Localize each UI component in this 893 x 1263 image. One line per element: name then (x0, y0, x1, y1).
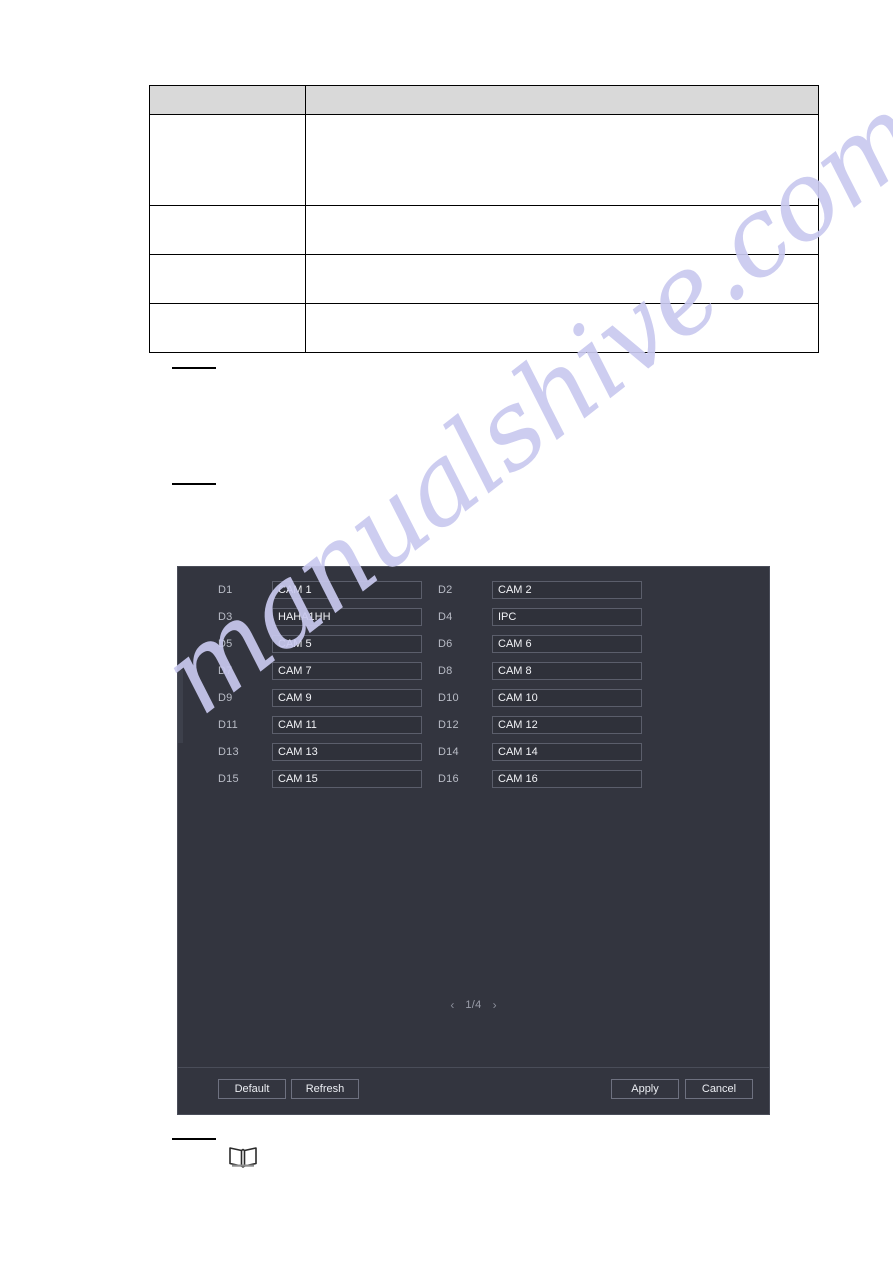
page-indicator: 1/4 (465, 999, 482, 1011)
table-body (149, 114, 819, 353)
camera-name-input-d9[interactable] (272, 689, 422, 707)
cell-description (305, 114, 819, 206)
channel-field-d1: D1 (218, 580, 422, 600)
channel-label: D10 (438, 692, 459, 704)
channel-field-d13: D13 (218, 742, 422, 762)
section-rule (172, 367, 216, 369)
camera-row: D13 D14 (178, 742, 769, 769)
camera-name-input-d10[interactable] (492, 689, 642, 707)
specification-table (149, 85, 819, 353)
channel-label: D9 (218, 692, 233, 704)
channel-label: D2 (438, 584, 453, 596)
channel-field-d15: D15 (218, 769, 422, 789)
document-page: D1 D2 D3 D4 (0, 0, 893, 1263)
camera-name-dialog: D1 D2 D3 D4 (177, 566, 770, 1115)
pagination: ‹ 1/4 › (178, 999, 769, 1011)
camera-name-input-d8[interactable] (492, 662, 642, 680)
channel-label: D5 (218, 638, 233, 650)
channel-label: D12 (438, 719, 459, 731)
channel-field-d5: D5 (218, 634, 422, 654)
channel-label: D13 (218, 746, 239, 758)
channel-field-d11: D11 (218, 715, 422, 735)
table-row (149, 205, 819, 255)
cell-name (149, 254, 306, 304)
camera-name-input-d12[interactable] (492, 716, 642, 734)
cancel-button[interactable]: Cancel (685, 1079, 753, 1099)
camera-row: D1 D2 (178, 580, 769, 607)
camera-row: D3 D4 (178, 607, 769, 634)
camera-row: D7 D8 (178, 661, 769, 688)
dialog-body: D1 D2 D3 D4 (178, 567, 769, 1068)
open-book-icon (228, 1145, 258, 1169)
chevron-right-icon[interactable]: › (491, 999, 499, 1011)
channel-field-d2: D2 (438, 580, 642, 600)
channel-label: D11 (218, 719, 238, 731)
camera-name-input-d14[interactable] (492, 743, 642, 761)
channel-field-d3: D3 (218, 607, 422, 627)
camera-name-grid: D1 D2 D3 D4 (178, 580, 769, 796)
table-header (149, 85, 819, 115)
section-rule (172, 483, 216, 485)
default-button[interactable]: Default (218, 1079, 286, 1099)
channel-label: D3 (218, 611, 233, 623)
channel-label: D8 (438, 665, 453, 677)
section-rule (172, 1138, 216, 1140)
cell-name (149, 303, 306, 353)
camera-name-input-d4[interactable] (492, 608, 642, 626)
channel-field-d10: D10 (438, 688, 642, 708)
channel-label: D4 (438, 611, 453, 623)
dialog-footer: Default Refresh Apply Cancel (178, 1067, 769, 1114)
camera-name-input-d11[interactable] (272, 716, 422, 734)
channel-field-d4: D4 (438, 607, 642, 627)
camera-name-input-d16[interactable] (492, 770, 642, 788)
camera-name-input-d7[interactable] (272, 662, 422, 680)
camera-row: D9 D10 (178, 688, 769, 715)
camera-name-input-d2[interactable] (492, 581, 642, 599)
camera-name-input-d6[interactable] (492, 635, 642, 653)
channel-label: D6 (438, 638, 453, 650)
camera-row: D11 D12 (178, 715, 769, 742)
table-header-row (149, 85, 819, 115)
channel-field-d9: D9 (218, 688, 422, 708)
table-row (149, 254, 819, 304)
apply-button[interactable]: Apply (611, 1079, 679, 1099)
channel-label: D16 (438, 773, 459, 785)
camera-name-input-d3[interactable] (272, 608, 422, 626)
channel-field-d16: D16 (438, 769, 642, 789)
column-header-name (149, 85, 306, 115)
channel-field-d12: D12 (438, 715, 642, 735)
camera-name-input-d15[interactable] (272, 770, 422, 788)
cell-description (305, 303, 819, 353)
channel-label: D1 (218, 584, 233, 596)
channel-field-d8: D8 (438, 661, 642, 681)
cell-description (305, 205, 819, 255)
cell-name (149, 114, 306, 206)
table-row (149, 303, 819, 353)
table-row (149, 114, 819, 206)
refresh-button[interactable]: Refresh (291, 1079, 359, 1099)
channel-label: D15 (218, 773, 239, 785)
channel-label: D7 (218, 665, 233, 677)
camera-name-input-d1[interactable] (272, 581, 422, 599)
chevron-left-icon[interactable]: ‹ (448, 999, 456, 1011)
cell-name (149, 205, 306, 255)
camera-row: D5 D6 (178, 634, 769, 661)
channel-label: D14 (438, 746, 459, 758)
cell-description (305, 254, 819, 304)
camera-name-input-d13[interactable] (272, 743, 422, 761)
channel-field-d14: D14 (438, 742, 642, 762)
camera-row: D15 D16 (178, 769, 769, 796)
channel-field-d6: D6 (438, 634, 642, 654)
camera-name-input-d5[interactable] (272, 635, 422, 653)
column-header-description (305, 85, 819, 115)
channel-field-d7: D7 (218, 661, 422, 681)
